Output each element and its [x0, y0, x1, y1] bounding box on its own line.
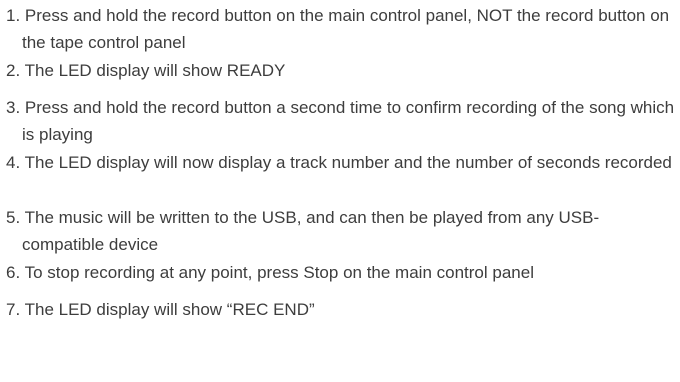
step-text: The music will be written to the USB, an…	[22, 208, 600, 254]
step-4: 4. The LED display will now display a tr…	[6, 149, 678, 176]
step-text: Press and hold the record button a secon…	[22, 98, 675, 144]
step-text: Press and hold the record button on the …	[22, 6, 670, 52]
step-2: 2. The LED display will show READY	[6, 57, 678, 84]
step-text: The LED display will now display a track…	[24, 153, 672, 172]
step-5: 5. The music will be written to the USB,…	[6, 204, 678, 258]
step-1: 1. Press and hold the record button on t…	[6, 2, 678, 56]
step-number: 2.	[6, 61, 21, 80]
step-text: The LED display will show READY	[24, 61, 286, 80]
step-7: 7. The LED display will show “REC END”	[6, 296, 678, 323]
step-6: 6. To stop recording at any point, press…	[6, 259, 678, 286]
step-number: 7.	[6, 300, 21, 319]
step-3: 3. Press and hold the record button a se…	[6, 94, 678, 148]
step-number: 4.	[6, 153, 21, 172]
step-number: 5.	[6, 208, 21, 227]
step-number: 3.	[6, 98, 21, 117]
step-text: The LED display will show “REC END”	[24, 300, 315, 319]
step-number: 1.	[6, 6, 21, 25]
step-number: 6.	[6, 263, 21, 282]
step-text: To stop recording at any point, press St…	[24, 263, 534, 282]
